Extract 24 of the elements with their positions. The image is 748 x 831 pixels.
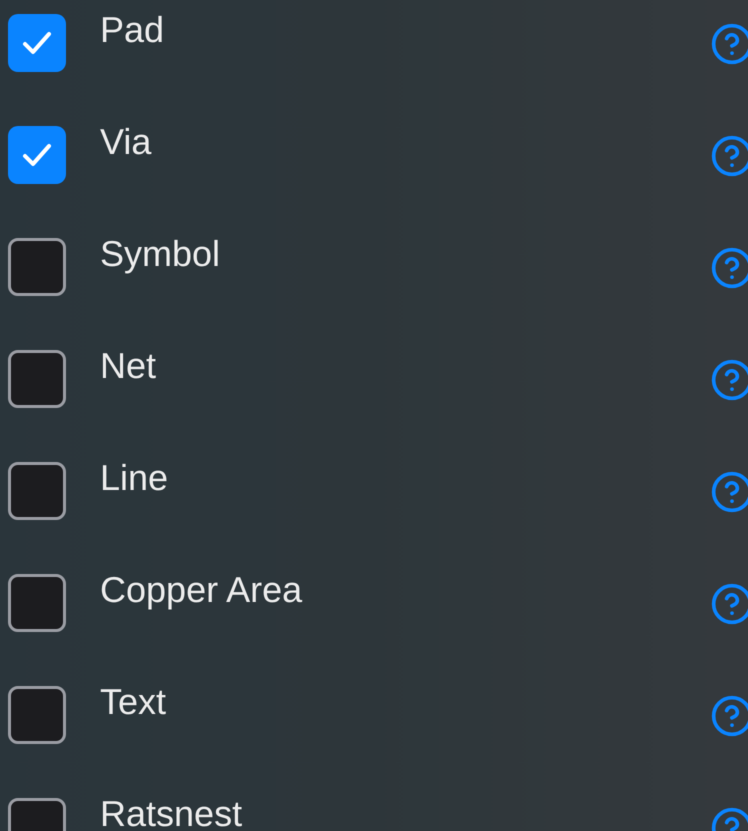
- option-label: Line: [100, 458, 168, 498]
- help-icon[interactable]: [710, 134, 748, 178]
- checkbox[interactable]: [8, 350, 66, 408]
- option-label: Symbol: [100, 234, 220, 274]
- help-icon[interactable]: [710, 22, 748, 66]
- help-icon[interactable]: [710, 358, 748, 402]
- option-label: Copper Area: [100, 570, 302, 610]
- option-label: Pad: [100, 10, 164, 50]
- help-icon[interactable]: [710, 470, 748, 514]
- help-icon[interactable]: [710, 246, 748, 290]
- checkbox[interactable]: [8, 462, 66, 520]
- help-icon[interactable]: [710, 694, 748, 738]
- option-label: Ratsnest: [100, 794, 242, 831]
- checkbox[interactable]: [8, 238, 66, 296]
- help-icon[interactable]: [710, 582, 748, 626]
- option-label: Net: [100, 346, 156, 386]
- option-label: Text: [100, 682, 166, 722]
- checkbox[interactable]: [8, 14, 66, 72]
- checkbox[interactable]: [8, 574, 66, 632]
- checkmark-icon: [21, 141, 53, 169]
- checkbox[interactable]: [8, 126, 66, 184]
- checkbox[interactable]: [8, 686, 66, 744]
- checkmark-icon: [21, 29, 53, 57]
- option-label: Via: [100, 122, 152, 162]
